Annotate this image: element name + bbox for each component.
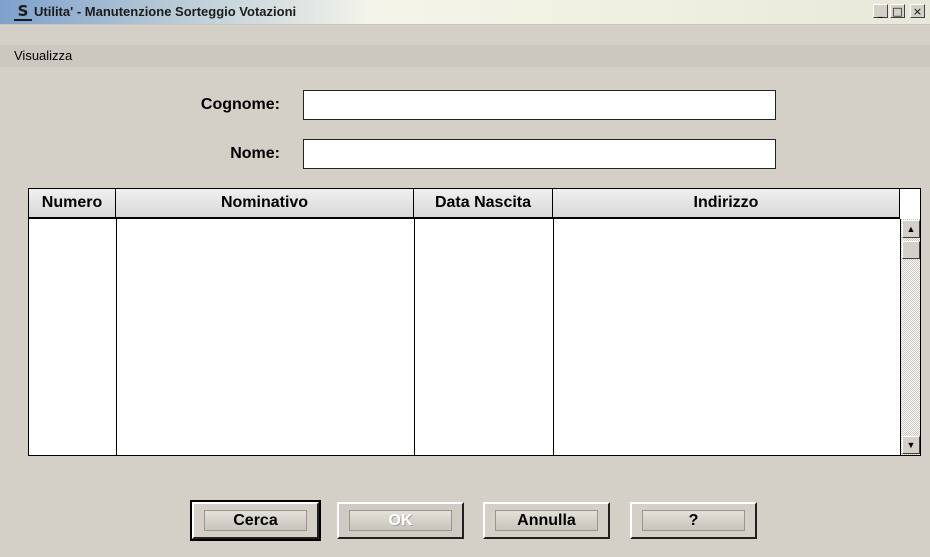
nome-input[interactable] — [303, 139, 776, 169]
help-button-label: ? — [688, 512, 699, 529]
minimize-button[interactable]: _ — [873, 4, 888, 18]
cognome-input[interactable] — [303, 90, 776, 120]
title-bar[interactable]: S Utilita' - Manutenzione Sorteggio Vota… — [0, 0, 930, 25]
cerca-button[interactable]: Cerca — [190, 500, 321, 541]
annulla-button[interactable]: Annulla — [483, 502, 610, 539]
column-header-indirizzo[interactable]: Indirizzo — [553, 189, 900, 217]
column-header-nominativo[interactable]: Nominativo — [116, 189, 414, 217]
column-header-numero[interactable]: Numero — [29, 189, 116, 217]
annulla-button-label: Annulla — [517, 512, 576, 529]
cerca-button-label: Cerca — [233, 512, 278, 529]
app-logo-icon[interactable]: S — [14, 4, 32, 21]
scroll-up-arrow-icon[interactable]: ▲ — [902, 220, 920, 238]
column-divider — [414, 219, 415, 455]
close-button[interactable]: × — [910, 4, 925, 18]
column-divider — [553, 219, 554, 455]
vertical-scrollbar[interactable]: ▲ ▼ — [900, 219, 920, 455]
nome-label: Nome: — [230, 145, 280, 162]
help-button[interactable]: ? — [630, 502, 757, 539]
results-grid[interactable]: Numero Nominativo Data Nascita Indirizzo… — [28, 188, 921, 456]
scroll-down-arrow-icon[interactable]: ▼ — [902, 436, 920, 454]
menu-bar: Visualizza — [0, 45, 930, 67]
scroll-thumb[interactable] — [902, 241, 920, 259]
cognome-label: Cognome: — [200, 96, 280, 113]
ok-button[interactable]: OK — [337, 502, 464, 539]
ok-button-label: OK — [388, 512, 413, 529]
column-header-data-nascita[interactable]: Data Nascita — [414, 189, 553, 217]
maximize-button[interactable]: □ — [890, 4, 905, 18]
grid-header: Numero Nominativo Data Nascita Indirizzo — [29, 189, 900, 219]
column-divider — [116, 219, 117, 455]
menu-visualizza[interactable]: Visualizza — [14, 48, 72, 63]
window-title: Utilita' - Manutenzione Sorteggio Votazi… — [34, 4, 297, 19]
